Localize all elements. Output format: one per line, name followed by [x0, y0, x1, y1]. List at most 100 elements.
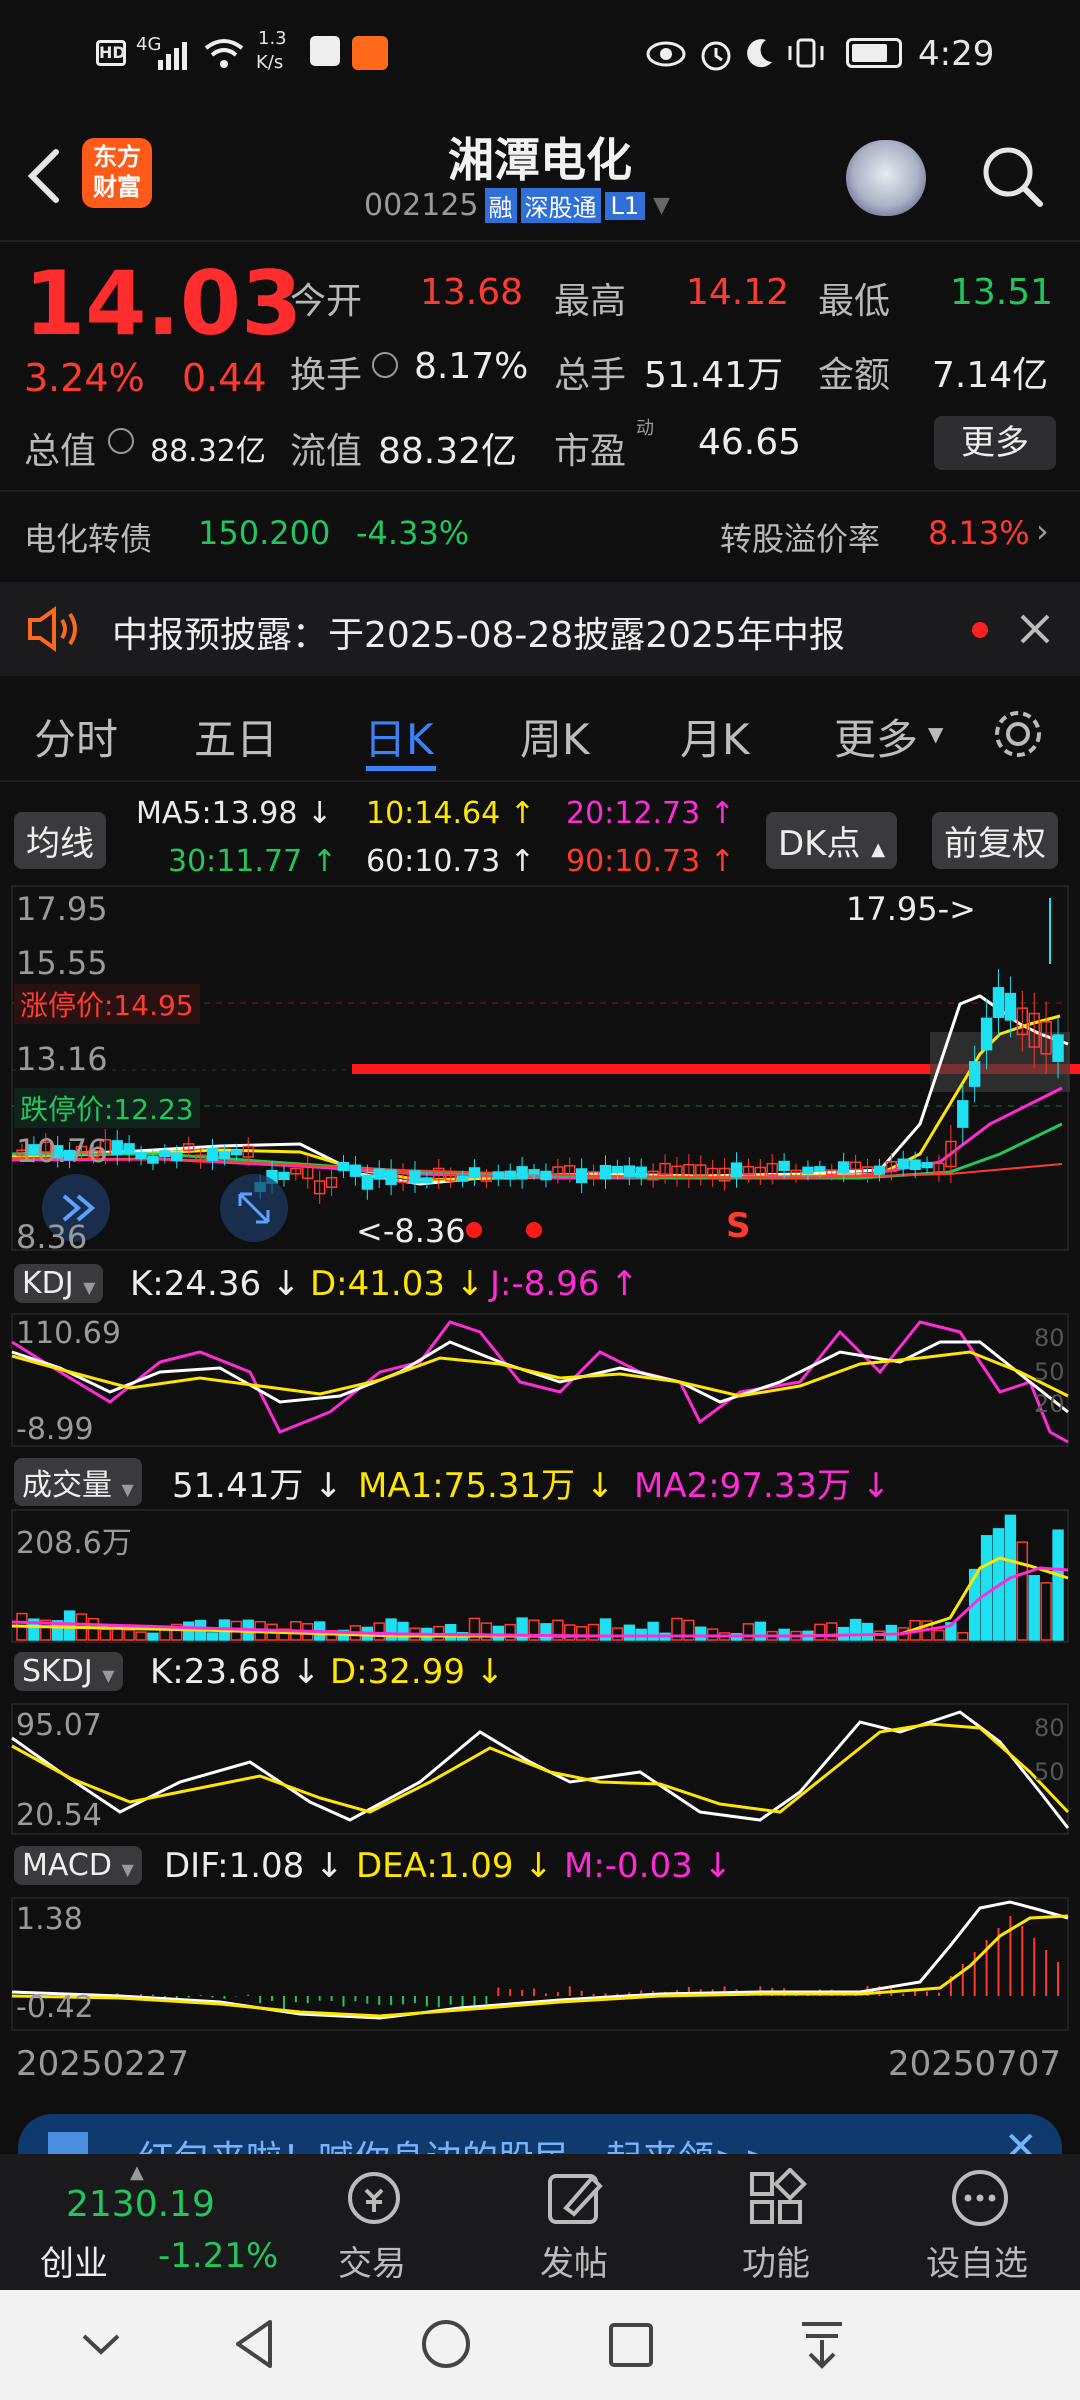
candle-body	[278, 1171, 290, 1180]
skdj-chart[interactable]	[0, 1702, 1080, 1836]
limit-down-label: 跌停价:12.23	[14, 1088, 200, 1128]
candle-body	[1052, 1034, 1064, 1062]
tab-weekly-k[interactable]: 周K	[520, 706, 590, 767]
notification-pull-icon[interactable]	[796, 2316, 848, 2372]
trade-label[interactable]: 交易	[338, 2236, 406, 2285]
mcap-label: 总值	[24, 431, 97, 472]
volume-chart[interactable]	[0, 1508, 1080, 1644]
volume-bar	[99, 1628, 112, 1641]
bond-name[interactable]: 电化转债	[24, 514, 152, 560]
candle-body	[147, 1155, 159, 1164]
more-dots-icon[interactable]	[948, 2168, 1012, 2228]
robot-avatar[interactable]	[846, 140, 926, 216]
volume-ma1: MA1:75.31万 ↓	[358, 1466, 615, 1506]
recents-square-icon[interactable]	[606, 2320, 656, 2370]
caret-icon: ▲	[871, 839, 886, 860]
volume-bar	[849, 1618, 862, 1641]
wifi-icon	[204, 39, 244, 68]
notice-dot	[972, 622, 988, 638]
candle-body	[361, 1174, 374, 1190]
tab-monthly-k[interactable]: 月K	[680, 706, 750, 767]
close-icon[interactable]	[1018, 612, 1052, 646]
speaker-icon	[28, 606, 77, 652]
speed-unit: K/s	[256, 52, 284, 73]
notice-bar[interactable]: 中报预披露：于2025-08-28披露2025年中报	[0, 582, 1080, 676]
chevron-down-icon[interactable]	[78, 2320, 124, 2366]
ma10-text: 10:14.64	[366, 796, 501, 831]
candle-body	[230, 1149, 243, 1156]
volume-ma2: MA2:97.33万 ↓	[634, 1466, 891, 1506]
kdj-chart[interactable]	[0, 1312, 1080, 1448]
badge-rong: 融	[484, 188, 517, 223]
kdj-d: D:41.03 ↓	[310, 1264, 485, 1304]
index-arrow-icon: ▲	[130, 2162, 144, 2183]
down-arrow-icon: ↓	[297, 796, 333, 831]
volume-bar	[933, 1629, 945, 1641]
premium-label: 转股溢价率	[720, 520, 881, 558]
volume-bar	[814, 1623, 826, 1641]
volume-bar	[492, 1625, 505, 1641]
kline-chart[interactable]	[0, 884, 1080, 1254]
up-arrow-icon: ↑	[700, 796, 735, 831]
ma-selector[interactable]: 均线	[14, 812, 106, 869]
skdj-selector[interactable]: SKDJ ▼	[14, 1652, 123, 1691]
function-grid-icon[interactable]	[746, 2168, 810, 2228]
quote-divider	[0, 490, 1080, 492]
candle-body	[1004, 992, 1017, 1021]
chevron-down-icon[interactable]: ▼	[653, 193, 670, 218]
low-marker: <-8.36	[356, 1212, 466, 1250]
adjust-button[interactable]: 前复权	[932, 812, 1058, 869]
chevron-right-icon[interactable]: ›	[1036, 512, 1049, 550]
tab-5day[interactable]: 五日	[194, 706, 278, 767]
badge-l1: L1	[604, 191, 646, 220]
watchlist-label[interactable]: 设自选	[926, 2236, 1028, 2285]
candle-body	[468, 1167, 481, 1179]
index-value[interactable]: 2130.19	[66, 2184, 215, 2225]
candle-body	[159, 1150, 171, 1158]
price-change: 0.44	[182, 356, 267, 400]
info-icon[interactable]	[372, 352, 398, 378]
candle-body	[123, 1143, 135, 1155]
trade-icon[interactable]	[342, 2168, 406, 2228]
kdj-selector[interactable]: KDJ ▼	[14, 1264, 104, 1303]
index-pct[interactable]: -1.21%	[158, 2236, 278, 2276]
skdj-k: K:23.68 ↓	[150, 1652, 321, 1692]
kline-ylow: 8.36	[16, 1218, 88, 1256]
info-icon[interactable]	[108, 428, 134, 454]
bond-pct: -4.33%	[356, 514, 470, 552]
stock-subtitle: 002125 融 深股通 L1 ▼	[364, 188, 670, 223]
candle-body	[992, 987, 1005, 1018]
volume-current: 51.41万 ↓	[172, 1466, 343, 1506]
settings-gear-icon[interactable]	[990, 706, 1046, 762]
more-button[interactable]: 更多	[934, 416, 1056, 470]
post-label[interactable]: 发帖	[540, 2236, 608, 2285]
tab-daily-k[interactable]: 日K	[364, 706, 434, 767]
tab-more[interactable]: 更多	[834, 706, 918, 767]
tab-minute[interactable]: 分时	[34, 706, 118, 767]
candle-body	[814, 1166, 826, 1172]
volume-value: 51.41万	[644, 355, 784, 396]
kdj-j: J:-8.96 ↑	[490, 1264, 639, 1304]
pe-sup: 动	[636, 418, 654, 439]
candle-body	[909, 1159, 921, 1171]
home-circle-icon[interactable]	[418, 2316, 474, 2372]
volume-bar	[1028, 1575, 1040, 1641]
candle-body	[837, 1161, 850, 1174]
search-icon[interactable]	[978, 142, 1048, 212]
post-icon[interactable]	[544, 2168, 608, 2228]
back-triangle-icon[interactable]	[230, 2316, 280, 2372]
kline-ytop: 17.95	[16, 890, 108, 928]
index-name[interactable]: 创业	[40, 2236, 108, 2285]
up-arrow-icon: ↑	[500, 796, 535, 831]
mcap-value: 88.32亿	[150, 434, 266, 469]
dk-point-button[interactable]: DK点 ▲	[766, 812, 898, 869]
high-label: 最高	[554, 281, 627, 322]
candle-body	[635, 1166, 647, 1178]
volume-selector[interactable]: 成交量 ▼	[14, 1458, 142, 1506]
candle-body	[873, 1165, 886, 1175]
function-label[interactable]: 功能	[742, 2236, 810, 2285]
ma60-text: 60:10.73	[366, 844, 501, 879]
macd-selector[interactable]: MACD ▼	[14, 1846, 142, 1885]
candle-body	[611, 1165, 624, 1174]
macd-chart[interactable]	[0, 1896, 1080, 2032]
